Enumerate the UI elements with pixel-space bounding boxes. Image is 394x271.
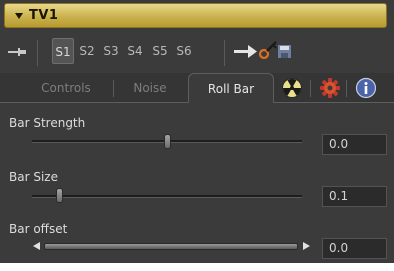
bar-size-slider-thumb[interactable] xyxy=(55,188,63,203)
key-icon[interactable] xyxy=(258,39,278,61)
info-icon[interactable] xyxy=(355,77,377,99)
bar-offset-value-field[interactable]: 0.0 xyxy=(322,238,387,259)
save-icon[interactable] xyxy=(278,45,291,58)
slot-s3-button[interactable]: S3 xyxy=(100,38,122,64)
slot-s1-button[interactable]: S1 xyxy=(52,38,74,64)
toolbar-separator xyxy=(224,40,225,66)
bar-size-slider-track[interactable] xyxy=(32,195,302,198)
tab-separator xyxy=(113,80,114,97)
slot-s2-button[interactable]: S2 xyxy=(76,38,98,64)
gear-icon[interactable] xyxy=(319,77,341,99)
arrow-right-icon[interactable] xyxy=(234,43,258,59)
tab-separator xyxy=(310,80,311,97)
tool-panel: TV1 S1 S2 S3 S4 S5 S6 Controls Noise Rol… xyxy=(0,0,394,263)
tab-separator xyxy=(346,80,347,97)
radioactive-icon[interactable] xyxy=(281,77,303,99)
bar-size-value-field[interactable]: 0.1 xyxy=(322,186,387,207)
slot-s5-button[interactable]: S5 xyxy=(149,38,171,64)
tab-controls[interactable]: Controls xyxy=(20,73,112,103)
tool-title: TV1 xyxy=(29,8,59,23)
slot-s6-button[interactable]: S6 xyxy=(173,38,195,64)
pin-icon[interactable] xyxy=(8,45,26,59)
tab-bar: Controls Noise Roll Bar xyxy=(0,73,394,103)
slot-s4-button[interactable]: S4 xyxy=(124,38,146,64)
bar-strength-label: Bar Strength xyxy=(9,116,86,130)
tab-roll-bar[interactable]: Roll Bar xyxy=(188,73,274,103)
tab-noise[interactable]: Noise xyxy=(116,73,184,103)
bar-offset-label: Bar offset xyxy=(9,222,68,236)
collapse-arrow-icon[interactable] xyxy=(15,13,23,19)
bar-strength-slider-thumb[interactable] xyxy=(163,134,171,149)
toolbar: S1 S2 S3 S4 S5 S6 xyxy=(0,34,394,74)
bar-strength-value-field[interactable]: 0.0 xyxy=(322,134,387,155)
toolbar-separator xyxy=(37,40,38,66)
offset-right-arrow-icon[interactable] xyxy=(303,242,310,250)
offset-left-arrow-icon[interactable] xyxy=(33,242,40,250)
bar-size-label: Bar Size xyxy=(9,170,58,184)
bar-offset-thumbwheel[interactable] xyxy=(44,243,298,250)
tool-title-bar[interactable]: TV1 xyxy=(4,3,387,28)
